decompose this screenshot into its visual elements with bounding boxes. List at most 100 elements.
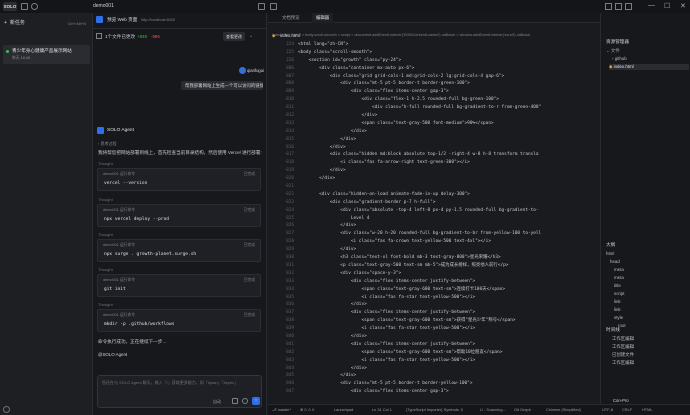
input-agent-selector[interactable]: @SOLO Agent: [98, 352, 127, 357]
outline-item[interactable]: style: [614, 315, 623, 320]
line-number: 224: [286, 42, 294, 47]
folder-item[interactable]: › github: [612, 56, 627, 61]
thought-label[interactable]: Thought: [98, 302, 113, 307]
ts-importer[interactable]: {TypeScript Importer} Symbols: 0: [406, 405, 463, 415]
encoding[interactable]: UTF-8: [602, 405, 613, 415]
line-number: 807: [286, 73, 294, 79]
attach-icon[interactable]: [232, 398, 238, 404]
line-number: 846: [286, 381, 294, 387]
outline-item[interactable]: title: [614, 283, 621, 288]
command-text: mkdir -p .github/workflows: [104, 322, 175, 327]
line-ending[interactable]: CRLF: [622, 405, 632, 415]
split-icon[interactable]: [270, 3, 277, 10]
new-task-button[interactable]: + 新任务 Ctrl+Alt+N: [4, 18, 89, 29]
outline-item[interactable]: meta: [614, 275, 624, 280]
command-header: demo001 运行命令: [103, 313, 136, 317]
code-line: <div class="flex items-center gap-3">: [298, 89, 449, 95]
chat-input-box: 您还在与 SOLO Agent 聊天，输入「/」获取更多能力，如「#plan」「…: [97, 375, 262, 408]
line-number: 226: [286, 57, 294, 63]
tab-doc-preview[interactable]: 文档预览: [278, 13, 304, 23]
code-line: <div class="container mx-auto px-6">: [298, 65, 415, 71]
outline-item[interactable]: link: [614, 307, 621, 312]
timeline-item[interactable]: 工作区编辑: [612, 344, 634, 350]
review-changes-button[interactable]: 查看更改: [223, 32, 245, 41]
thinking-toggle[interactable]: › 思考过程: [98, 141, 116, 147]
layout-left-icon[interactable]: [605, 3, 612, 10]
layout-icon[interactable]: [21, 3, 28, 10]
outline-item[interactable]: root: [618, 323, 626, 328]
cursor-position[interactable]: Ln 31 Col 1: [372, 405, 392, 415]
preview-tab[interactable]: 预览 Web 页面: [107, 17, 137, 23]
task-item[interactable]: 青少年身心健康产品展示网站 昨天 18:46: [3, 45, 90, 64]
line-number: 819: [286, 168, 294, 174]
chevron-down-icon[interactable]: ⌄: [249, 33, 253, 39]
thought-label[interactable]: Thought: [98, 232, 113, 237]
maximize-icon[interactable]: ☐: [664, 2, 670, 10]
code-line: <i class="fas fa-arrow-right text-green-…: [298, 160, 470, 166]
command-text: npx surge . growth-planet.surge.sh: [104, 252, 197, 257]
mic-icon[interactable]: [242, 398, 248, 404]
agent-name: SOLO Agent: [107, 128, 134, 133]
panel-toggle-icon[interactable]: [258, 3, 265, 10]
branch-item[interactable]: ⎇ master*: [272, 405, 291, 415]
editor-tabs: 文档预览 编辑器: [268, 13, 600, 23]
chat-input[interactable]: 您还在与 SOLO Agent 聊天，输入「/」获取更多能力，如「#plan」「…: [102, 380, 252, 386]
code-line: </div>: [298, 113, 378, 119]
code-line: Level 4: [298, 215, 370, 221]
line-number: 834: [286, 286, 294, 292]
files-section-label[interactable]: ⌄ 文件: [606, 48, 620, 54]
layout-bottom-icon[interactable]: [625, 3, 632, 10]
thought-label[interactable]: Thought: [98, 161, 113, 166]
search-icon[interactable]: [31, 3, 38, 10]
send-button[interactable]: ↑: [252, 397, 260, 405]
line-number: 837: [286, 310, 294, 316]
code-line: <body class="scroll-smooth">: [298, 49, 373, 55]
command-text: vercel --version: [104, 181, 148, 186]
command-card: demo001 运行命令 已完成 vercel --version: [97, 168, 261, 191]
bottom-label: Con-Pro: [613, 398, 629, 403]
mode-selector[interactable]: 自动: [213, 399, 221, 405]
thought-label[interactable]: Thought: [98, 267, 113, 272]
code-editor[interactable]: 224 225 226 806 807 808 809 810 811 812 813 814 815 8…: [268, 39, 600, 404]
outline-item[interactable]: meta: [614, 267, 624, 272]
line-number: 842: [286, 349, 294, 355]
outline-item[interactable]: html: [606, 251, 614, 256]
app-window: SOLO demo001 — ☐ ✕ + 新任务 Ctrl+Alt+N 青少年身心…: [0, 0, 690, 415]
layout-right-icon[interactable]: [615, 3, 622, 10]
project-name: demo001: [93, 3, 114, 9]
code-line: <i class="fas fa-star text-yellow-500"><…: [298, 326, 476, 332]
settings-icon[interactable]: [3, 406, 10, 413]
timeline-item[interactable]: 已创建文件: [612, 352, 634, 358]
tab-editor[interactable]: 编辑器: [312, 13, 334, 23]
close-icon[interactable]: ✕: [680, 2, 686, 10]
minimize-icon[interactable]: —: [648, 2, 655, 9]
git-graph[interactable]: Git Graph: [514, 405, 531, 415]
thought-label[interactable]: Thought: [98, 197, 113, 202]
changes-label: 1个文件已更改: [105, 34, 136, 39]
outline-title[interactable]: 大纲: [606, 242, 615, 248]
outline-item[interactable]: link: [614, 299, 621, 304]
timeline-item[interactable]: 工作区编辑: [612, 336, 634, 342]
line-number: 828: [286, 239, 294, 245]
language-mode[interactable]: HTML: [642, 405, 653, 415]
outline-item[interactable]: head: [610, 259, 620, 264]
command-card: demo001 运行命令 已完成 npx vercel deploy --pro…: [97, 204, 261, 227]
code-line: <span class="text-gray-600 text-sm">连续打卡…: [298, 286, 505, 292]
outline-item[interactable]: script: [614, 291, 625, 296]
launchpad-item[interactable]: Launchpad: [334, 405, 353, 415]
resource-title: 资源管理器: [606, 39, 629, 44]
code-line: <div class="grid grid-cols-1 md:grid-col…: [298, 73, 505, 79]
breadcrumb[interactable]: index.html > html > body.scroll-smooth >…: [268, 31, 600, 39]
task-title: 青少年身心健康产品展示网站: [12, 48, 72, 53]
encoding-region[interactable]: Chinese (Simplified): [546, 405, 581, 415]
file-item-active[interactable]: ◆ index.html: [609, 64, 689, 70]
solo-logo: SOLO: [3, 2, 17, 11]
command-header: demo001 运行命令: [103, 278, 136, 282]
preview-url[interactable]: http://localhost:8000: [141, 18, 175, 22]
code-line: <div class="w-20 h-20 rounded-full bg-gr…: [298, 231, 542, 237]
timeline-item[interactable]: 工作区编辑: [612, 360, 634, 366]
problems-item[interactable]: ⊗ 0 ⚠ 0: [300, 405, 314, 415]
code-line: <h3 class="text-xl font-bold mb-3 text-g…: [298, 255, 501, 261]
code-line: </div>: [298, 136, 357, 142]
lint-status[interactable]: Li : Scanning...: [480, 405, 506, 415]
